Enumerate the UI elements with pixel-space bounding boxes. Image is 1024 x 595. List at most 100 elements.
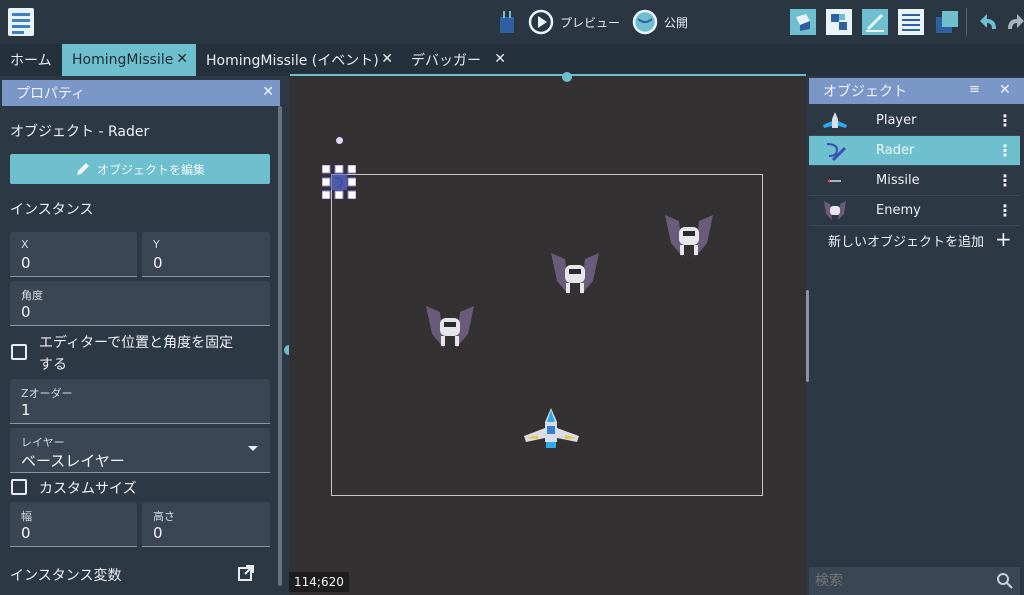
object-item-enemy[interactable]: Enemy ⋮ <box>809 196 1020 226</box>
enemy-thumbnail <box>823 200 847 222</box>
panel-title: プロパティ <box>16 86 86 102</box>
width-field[interactable]: 幅 0 <box>10 502 137 547</box>
height-field[interactable]: 高さ 0 <box>142 502 270 547</box>
tab-debugger[interactable]: デバッガー ✕ <box>401 44 514 76</box>
tab-homing-missile[interactable]: HomingMissile ✕ <box>62 44 196 76</box>
object-item-label: Rader <box>876 143 915 158</box>
preview-button[interactable]: プレビュー <box>528 0 620 44</box>
rader-instance[interactable] <box>321 164 357 200</box>
chevron-down-icon <box>248 446 258 451</box>
publish-label: 公開 <box>664 15 689 30</box>
y-field-value: 0 <box>153 254 163 272</box>
scene-canvas[interactable]: 114;620 <box>289 72 806 595</box>
lock-position-label-cont: する <box>39 357 67 373</box>
missile-thumbnail <box>823 170 847 192</box>
edit-panel-icon[interactable] <box>862 9 888 35</box>
plus-icon: + <box>995 227 1012 251</box>
object-name-label: オブジェクト - Rader <box>10 124 150 140</box>
properties-header: プロパティ ✕ <box>2 80 280 106</box>
more-options-icon[interactable]: ⋮ <box>997 111 1013 130</box>
tab-home[interactable]: ホーム <box>0 44 62 76</box>
width-value: 0 <box>21 524 31 542</box>
add-object-label: 新しいオブジェクトを追加 <box>828 235 985 250</box>
layers-panel-icon[interactable] <box>898 9 924 35</box>
instance-variables-heading: インスタンス変数 <box>10 568 122 584</box>
z-order-value: 1 <box>21 401 31 419</box>
more-options-icon[interactable]: ⋮ <box>997 201 1013 220</box>
tab-label: HomingMissile (イベント) <box>206 53 379 69</box>
preview-label: プレビュー <box>560 15 621 30</box>
angle-field-label: 角度 <box>21 289 43 302</box>
edit-object-label: オブジェクトを編集 <box>96 162 205 177</box>
splitter-handle-top[interactable] <box>562 72 572 82</box>
height-value: 0 <box>153 524 163 542</box>
debug-icon[interactable] <box>496 9 518 35</box>
redo-icon[interactable] <box>1008 9 1024 35</box>
custom-size-label: カスタムサイズ <box>39 481 137 497</box>
tab-label: ホーム <box>10 53 52 69</box>
filter-icon[interactable]: ≡ <box>969 82 980 97</box>
custom-size-checkbox[interactable] <box>11 479 27 495</box>
more-options-icon[interactable]: ⋮ <box>997 171 1013 190</box>
player-thumbnail <box>823 110 847 132</box>
groups-panel-icon[interactable] <box>826 9 852 35</box>
objects-panel-icon[interactable] <box>790 9 816 35</box>
close-icon[interactable]: ✕ <box>381 51 393 67</box>
object-item-missile[interactable]: Missile ⋮ <box>809 166 1020 196</box>
z-order-label: Zオーダー <box>21 387 73 400</box>
cursor-coordinates: 114;620 <box>289 572 349 592</box>
pencil-icon <box>76 163 89 175</box>
enemy-instance[interactable] <box>424 304 476 352</box>
y-field-label: Y <box>153 238 160 251</box>
y-field[interactable]: Y 0 <box>142 232 270 277</box>
instance-heading: インスタンス <box>10 202 94 218</box>
close-icon[interactable]: ✕ <box>176 51 188 67</box>
object-item-label: Enemy <box>876 203 921 218</box>
close-icon[interactable]: ✕ <box>262 84 274 100</box>
close-icon[interactable]: ✕ <box>999 82 1011 98</box>
layer-label: レイヤー <box>21 436 65 449</box>
layer-select[interactable]: レイヤー ベースレイヤー <box>10 428 270 473</box>
tab-homing-missile-events[interactable]: HomingMissile (イベント) ✕ <box>196 44 401 76</box>
publish-button[interactable]: 公開 <box>632 0 688 44</box>
undo-icon[interactable] <box>974 9 1000 35</box>
z-order-field[interactable]: Zオーダー 1 <box>10 379 270 424</box>
main-toolbar: プレビュー 公開 <box>0 0 1024 44</box>
lock-position-label: エディターで位置と角度を固定 <box>39 335 234 351</box>
properties-panel: プロパティ ✕ オブジェクト - Rader オブジェクトを編集 インスタンス … <box>0 76 282 595</box>
objects-header: オブジェクト ≡ ✕ <box>809 78 1024 104</box>
enemy-instance[interactable] <box>549 251 601 299</box>
panel-title: オブジェクト <box>823 84 907 100</box>
more-options-icon[interactable]: ⋮ <box>997 141 1013 160</box>
add-object-button[interactable]: 新しいオブジェクトを追加 + <box>828 227 1020 253</box>
play-icon <box>528 9 554 35</box>
object-item-player[interactable]: Player ⋮ <box>809 106 1020 136</box>
scrollbar[interactable] <box>278 106 282 586</box>
edit-object-button[interactable]: オブジェクトを編集 <box>10 154 270 184</box>
globe-icon <box>632 9 658 35</box>
open-external-icon[interactable] <box>237 564 255 582</box>
x-field-value: 0 <box>21 254 31 272</box>
lock-position-checkbox[interactable] <box>11 344 27 360</box>
project-manager-icon[interactable] <box>8 8 34 36</box>
rotation-handle[interactable] <box>336 137 343 144</box>
height-label: 高さ <box>153 510 175 523</box>
divider <box>966 8 967 36</box>
object-item-rader[interactable]: Rader ⋮ <box>809 136 1020 166</box>
tab-label: デバッガー <box>411 53 481 69</box>
x-field-label: X <box>21 238 29 251</box>
object-item-label: Player <box>876 113 917 128</box>
rader-thumbnail <box>823 140 847 162</box>
instances-panel-icon[interactable] <box>934 9 960 35</box>
player-instance[interactable] <box>524 408 579 452</box>
x-field[interactable]: X 0 <box>10 232 137 277</box>
search-field[interactable] <box>809 567 1020 595</box>
objects-panel: オブジェクト ≡ ✕ Player ⋮ Rader ⋮ Missile ⋮ En… <box>809 76 1024 595</box>
close-icon[interactable]: ✕ <box>494 51 506 67</box>
angle-field[interactable]: 角度 0 <box>10 281 270 326</box>
tab-label: HomingMissile <box>72 52 174 68</box>
layer-value: ベースレイヤー <box>21 452 125 470</box>
object-item-label: Missile <box>876 173 920 188</box>
enemy-instance[interactable] <box>663 213 715 261</box>
search-input[interactable] <box>815 571 985 591</box>
